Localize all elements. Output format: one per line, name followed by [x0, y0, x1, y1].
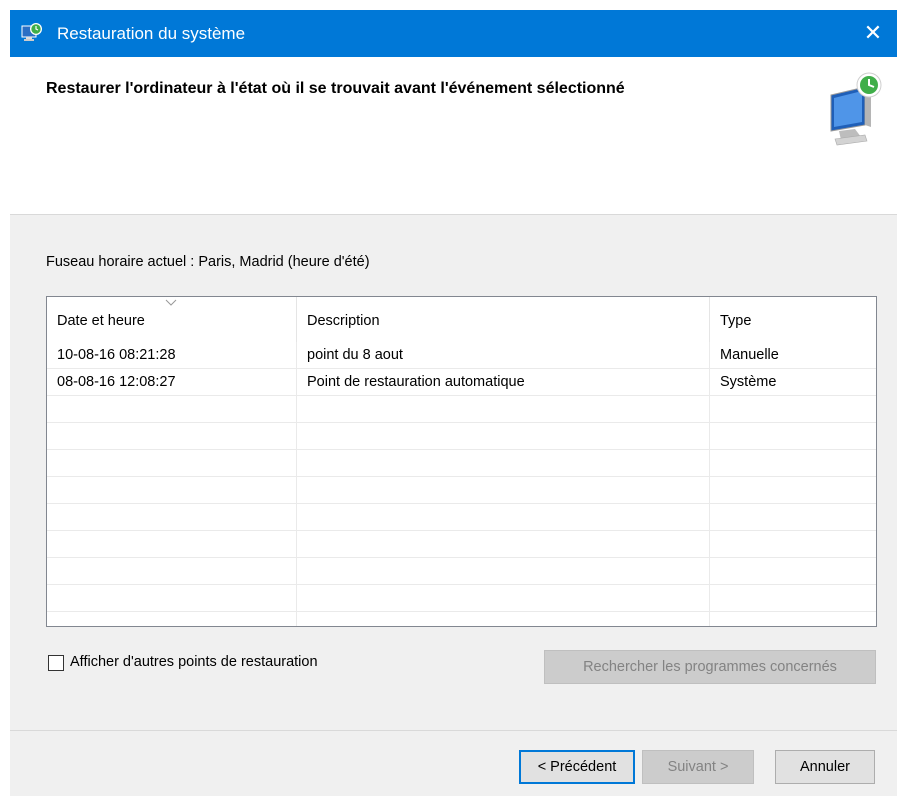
next-button[interactable]: Suivant >	[642, 750, 754, 784]
column-label-date: Date et heure	[57, 313, 145, 329]
system-restore-monitor-icon	[830, 72, 882, 146]
empty-row	[47, 612, 876, 626]
row-type: Système	[720, 374, 777, 390]
empty-row	[47, 423, 876, 450]
system-restore-app-icon	[21, 23, 42, 41]
column-label-description: Description	[307, 313, 380, 329]
empty-row	[47, 531, 876, 558]
cancel-button[interactable]: Annuler	[775, 750, 875, 784]
table-row[interactable]: 08-08-16 12:08:27 Point de restauration …	[47, 369, 876, 396]
empty-row	[47, 585, 876, 612]
row-description: point du 8 aout	[297, 342, 710, 369]
list-header: Date et heure Description Type	[47, 297, 876, 342]
row-date: 10-08-16 08:21:28	[47, 342, 297, 369]
table-row[interactable]: 10-08-16 08:21:28 point du 8 aout Manuel…	[47, 342, 876, 369]
page-heading: Restaurer l'ordinateur à l'état où il se…	[46, 80, 625, 97]
empty-row	[47, 396, 876, 423]
column-header-type[interactable]: Type	[710, 297, 876, 342]
sort-chevron-icon	[165, 299, 177, 306]
footer-separator	[10, 730, 897, 731]
row-date: 08-08-16 12:08:27	[47, 369, 297, 396]
row-description: Point de restauration automatique	[297, 369, 710, 396]
empty-row	[47, 504, 876, 531]
window-title: Restauration du système	[57, 24, 246, 43]
show-more-label: Afficher d'autres points de restauration	[70, 654, 318, 670]
header-panel: Restaurer l'ordinateur à l'état où il se…	[10, 57, 897, 215]
empty-row	[47, 477, 876, 504]
close-icon[interactable]: ✕	[849, 10, 897, 57]
show-more-checkbox[interactable]	[48, 655, 64, 671]
title-bar[interactable]: Restauration du système ✕	[10, 10, 897, 57]
timezone-label: Fuseau horaire actuel : Paris, Madrid (h…	[46, 254, 370, 270]
empty-row	[47, 558, 876, 585]
search-affected-programs-button[interactable]: Rechercher les programmes concernés	[544, 650, 876, 684]
empty-row	[47, 450, 876, 477]
row-type: Manuelle	[720, 347, 779, 363]
previous-button[interactable]: < Précédent	[519, 750, 635, 784]
restore-points-list[interactable]: Date et heure Description Type 10-08-16 …	[46, 296, 877, 627]
column-header-description[interactable]: Description	[297, 297, 710, 342]
column-header-date[interactable]: Date et heure	[47, 297, 297, 342]
system-restore-window: Restauration du système ✕ Restaurer l'or…	[10, 10, 897, 796]
column-label-type: Type	[720, 313, 752, 329]
